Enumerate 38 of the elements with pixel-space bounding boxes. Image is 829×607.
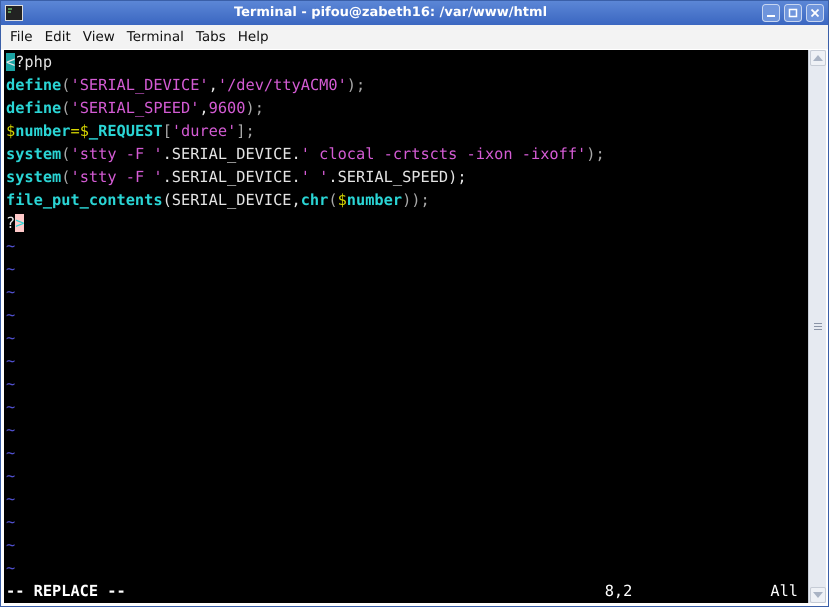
empty-line-marker: ~ [6,398,16,416]
code-line: $number=$_REQUEST['duree']; [6,122,255,140]
menu-item[interactable]: Help [232,26,275,48]
code-line: define('SERIAL_SPEED',9600); [6,99,264,117]
empty-line-marker: ~ [6,306,16,324]
menu-item[interactable]: Tabs [190,26,232,48]
empty-line-marker: ~ [6,329,16,347]
minimize-button[interactable] [762,4,780,22]
menu-item[interactable]: File [4,26,39,48]
empty-line-marker: ~ [6,375,16,393]
scroll-position: All [770,581,798,602]
code-line: system('stty -F '.SERIAL_DEVICE.' clocal -crtscts -ixon -ixoff'); [6,145,605,163]
code-line: system('stty -F '.SERIAL_DEVICE.' '.SERIAL_SPEED); [6,168,467,186]
mode-indicator: -- REPLACE -- [6,581,126,602]
empty-line-marker: ~ [6,237,16,255]
empty-line-marker: ~ [6,283,16,301]
menu-item[interactable]: Terminal [120,26,190,48]
empty-line-marker: ~ [6,559,16,577]
empty-line-marker: ~ [6,352,16,370]
empty-line-marker: ~ [6,444,16,462]
empty-line-marker: ~ [6,421,16,439]
empty-line-marker: ~ [6,536,16,554]
terminal-icon [5,5,23,21]
close-button[interactable] [806,4,824,22]
empty-line-marker: ~ [6,260,16,278]
empty-line-marker: ~ [6,490,16,508]
code-line: <?php [6,53,52,71]
cursor-position: 8,2 [604,581,632,602]
menu-item[interactable]: Edit [38,26,77,48]
code-line: file_put_contents(SERIAL_DEVICE,chr($number)); [6,191,430,209]
empty-line-marker: ~ [6,467,16,485]
empty-line-marker: ~ [6,513,16,531]
code-line: define('SERIAL_DEVICE','/dev/ttyACM0'); [6,76,366,94]
scroll-grip-icon [814,323,822,330]
code-line: ?> [6,214,24,232]
window-title: Terminal - pifou@zabeth16: /var/www/html [232,4,548,22]
menu-item[interactable]: View [76,26,121,48]
maximize-button[interactable] [784,4,802,22]
